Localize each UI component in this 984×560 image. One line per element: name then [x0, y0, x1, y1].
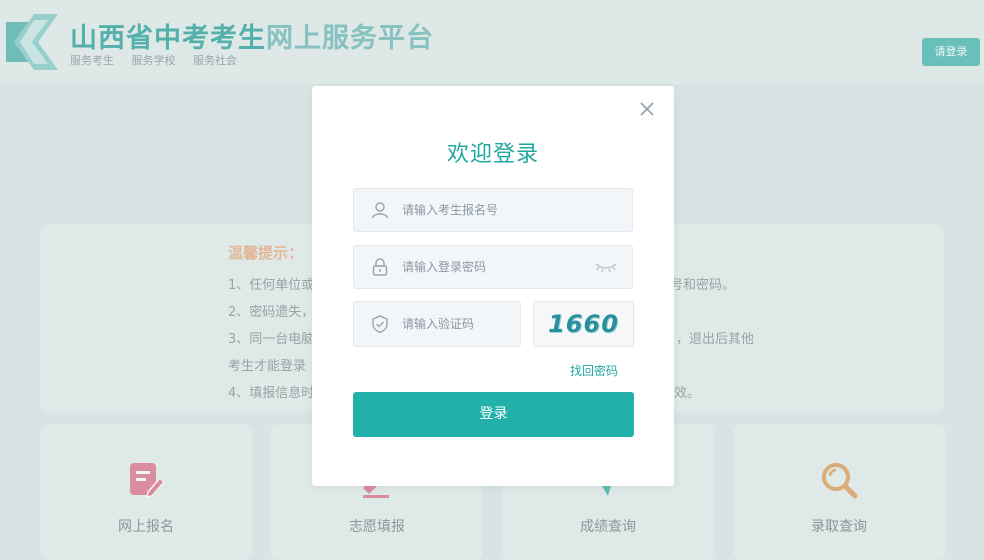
close-icon[interactable]	[637, 99, 657, 119]
captcha-input[interactable]	[402, 302, 512, 346]
captcha-image[interactable]: 1660	[533, 301, 634, 347]
username-field	[353, 188, 633, 232]
forgot-password-link[interactable]: 找回密码	[570, 362, 618, 379]
modal-title: 欢迎登录	[446, 142, 539, 167]
eye-closed-icon[interactable]	[594, 261, 618, 275]
captcha-code: 1660	[548, 310, 619, 338]
password-field	[353, 245, 633, 289]
login-button[interactable]: 登录	[353, 392, 634, 437]
lock-icon	[372, 258, 388, 276]
login-modal: 欢迎登录 1660 找回密码 登录	[312, 86, 674, 486]
password-input[interactable]	[402, 246, 602, 288]
username-input[interactable]	[402, 189, 602, 231]
user-icon	[371, 202, 389, 219]
captcha-field	[353, 301, 521, 347]
shield-icon	[372, 315, 388, 334]
